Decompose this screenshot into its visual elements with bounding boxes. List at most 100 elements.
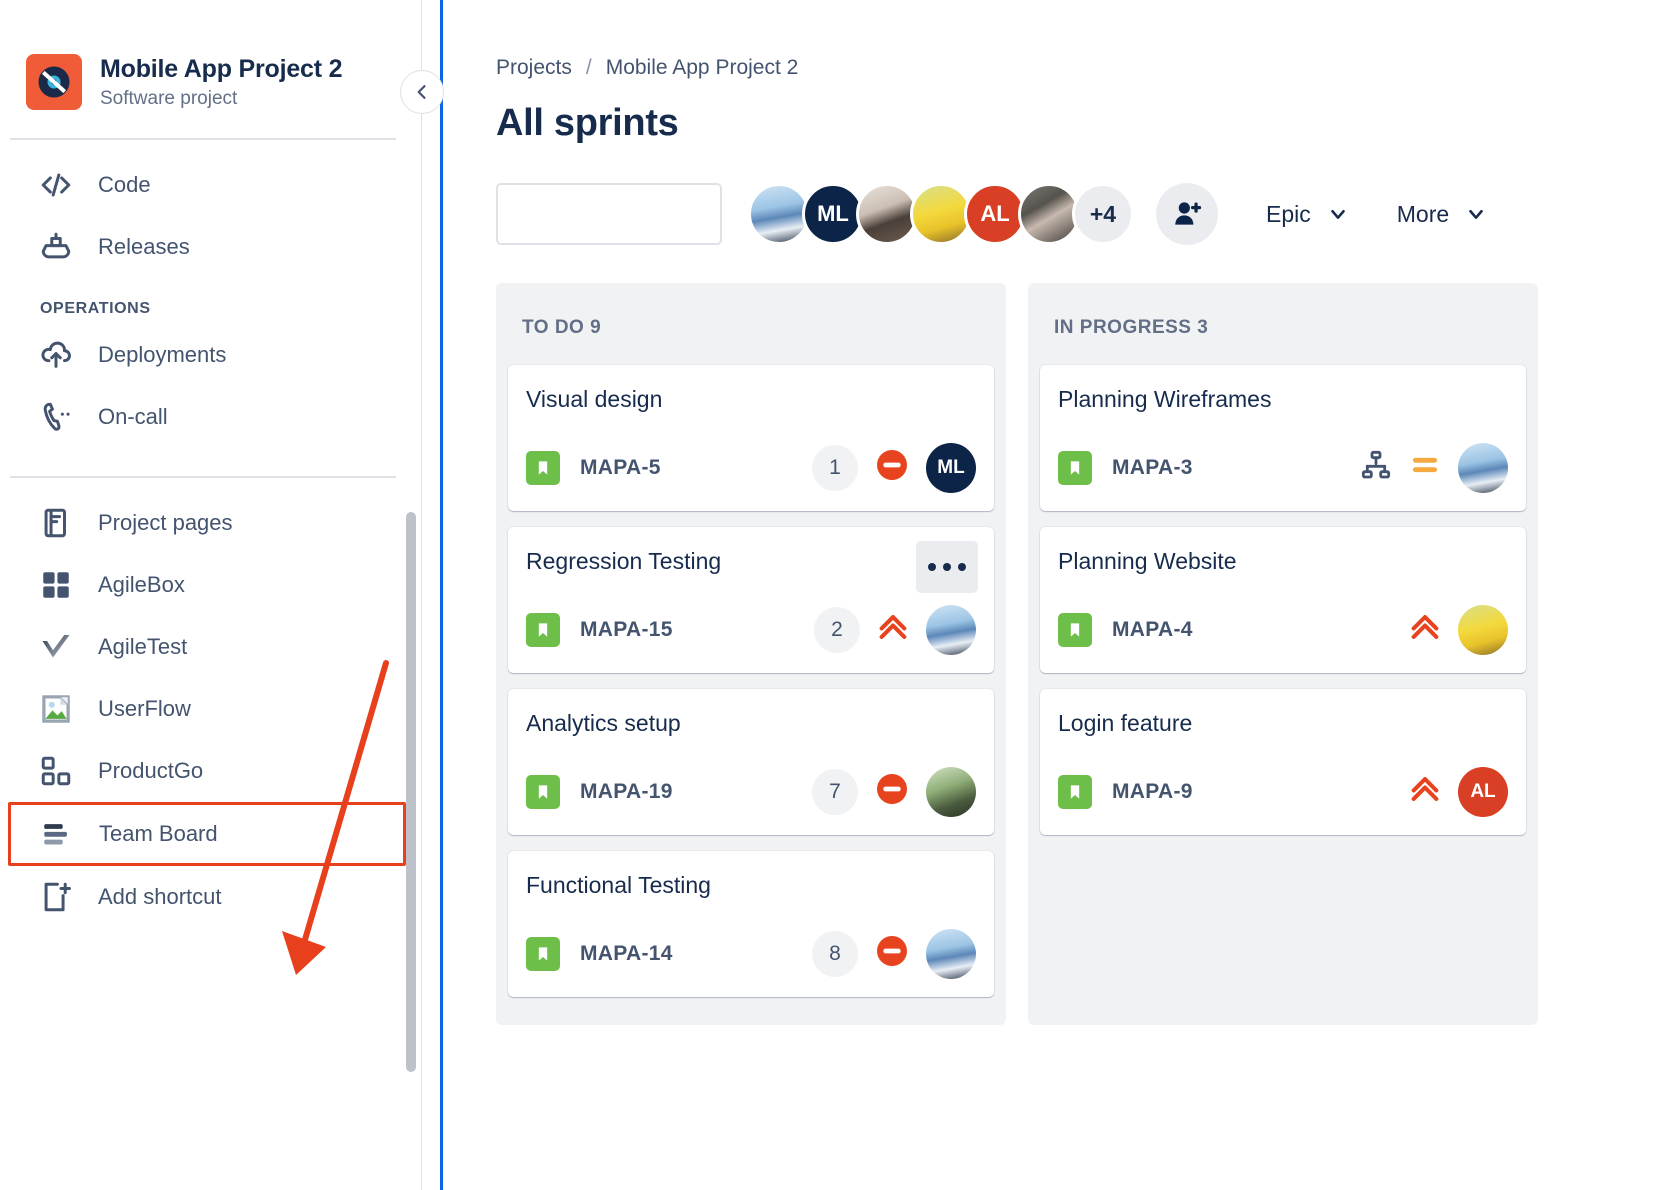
sidebar-scrollbar[interactable] <box>406 512 416 1072</box>
priority-highest-icon <box>1408 610 1442 649</box>
sidebar-item-userflow[interactable]: UserFlow <box>0 678 422 740</box>
avatar[interactable] <box>1018 183 1080 245</box>
avatar-initials: AL <box>980 201 1010 226</box>
sidebar-item-code[interactable]: Code <box>0 154 422 216</box>
issue-key: MAPA-5 <box>580 455 661 479</box>
issue-title: Functional Testing <box>526 871 711 898</box>
story-icon <box>526 774 560 809</box>
search-box[interactable] <box>457 183 722 245</box>
sidebar-item-label: Project pages <box>98 510 233 535</box>
story-icon <box>526 450 560 485</box>
sidebar-item-label: AgileBox <box>98 572 185 597</box>
assignee-avatar[interactable] <box>926 928 976 979</box>
avatar-overflow[interactable]: +4 <box>1072 183 1134 245</box>
sidebar-item-releases[interactable]: Releases <box>0 216 422 278</box>
squares-icon <box>36 751 76 791</box>
issue-card[interactable]: Visual design MAPA-5 1 ML <box>508 365 994 511</box>
breadcrumb: Projects / Mobile App Project 2 <box>496 56 1668 80</box>
page-title: All sprints <box>496 102 679 144</box>
sidebar-item-on-call[interactable]: On-call <box>0 386 422 448</box>
issue-meta: MAPA-14 8 <box>526 928 976 979</box>
issue-card[interactable]: Planning Website MAPA-4 <box>1040 526 1526 673</box>
avatar[interactable] <box>748 183 810 245</box>
breadcrumb-projects[interactable]: Projects <box>496 56 572 80</box>
sidebar-resize-rail[interactable] <box>440 0 443 1190</box>
priority-highest-icon <box>1408 772 1442 811</box>
person-add-icon <box>1175 202 1202 225</box>
issue-card[interactable]: Planning Wireframes MAPA-3 <box>1040 365 1526 511</box>
assignee-avatar[interactable] <box>1458 604 1508 655</box>
avatar[interactable] <box>910 183 972 245</box>
sidebar-item-label: Team Board <box>99 821 218 846</box>
more-dot <box>928 562 936 571</box>
epic-filter-label: Epic <box>1266 200 1311 227</box>
board-column-todo: TO DO 9 Visual design MAPA-5 1 ML Regres… <box>496 283 1006 1025</box>
issue-title: Login feature <box>1058 709 1193 736</box>
add-shortcut-icon <box>36 877 76 917</box>
issue-meta: MAPA-4 <box>1058 604 1508 655</box>
app-root: Mobile App Project 2 Software project Co… <box>0 0 1668 1190</box>
issue-meta: MAPA-3 <box>1058 442 1508 493</box>
avatar-initials: ML <box>937 456 965 478</box>
phone-icon <box>36 397 76 437</box>
avatar[interactable]: ML <box>802 183 864 245</box>
sidebar-item-agiletest[interactable]: AgileTest <box>0 616 422 678</box>
sidebar-item-add-shortcut[interactable]: Add shortcut <box>0 866 422 928</box>
assignee-avatar[interactable]: ML <box>926 442 976 493</box>
bars-icon <box>37 814 77 854</box>
more-dot <box>943 562 951 571</box>
avatar[interactable] <box>856 183 918 245</box>
assignee-avatar[interactable] <box>926 604 976 655</box>
board-toolbar: ML AL +4 Epic More <box>457 183 1668 245</box>
column-header: IN PROGRESS 3 <box>1054 317 1209 338</box>
sidebar-item-label: AgileTest <box>98 634 188 659</box>
issue-hierarchy-icon <box>1360 449 1392 486</box>
sidebar-section-operations: OPERATIONS <box>40 300 151 317</box>
story-icon <box>526 612 560 647</box>
sidebar-item-deployments[interactable]: Deployments <box>0 324 422 386</box>
priority-highest-icon <box>876 610 910 649</box>
issue-meta: MAPA-19 7 <box>526 766 976 817</box>
sidebar-item-label: ProductGo <box>98 758 204 783</box>
sidebar-item-agilebox[interactable]: AgileBox <box>0 554 422 616</box>
subtask-count: 1 <box>812 444 858 491</box>
subtask-count: 2 <box>814 606 860 653</box>
chevron-left-icon <box>417 85 426 99</box>
search-input[interactable] <box>457 203 702 225</box>
sidebar-item-project-pages[interactable]: Project pages <box>0 492 422 554</box>
sidebar-item-productgo[interactable]: ProductGo <box>0 740 422 802</box>
issue-meta: MAPA-5 1 ML <box>526 442 976 493</box>
issue-key: MAPA-4 <box>1112 617 1193 641</box>
project-subtitle: Software project <box>100 87 238 109</box>
sidebar-item-label: Code <box>98 172 151 197</box>
assignee-avatar[interactable]: AL <box>1458 766 1508 817</box>
assignee-avatar[interactable] <box>1458 442 1508 493</box>
breadcrumb-current-project[interactable]: Mobile App Project 2 <box>606 56 799 80</box>
story-icon <box>1058 612 1092 647</box>
avatar[interactable]: AL <box>964 183 1026 245</box>
issue-card[interactable]: Login feature MAPA-9 AL <box>1040 688 1526 835</box>
epic-filter-button[interactable]: Epic <box>1266 201 1349 228</box>
column-header: TO DO 9 <box>522 317 602 338</box>
issue-key: MAPA-3 <box>1112 455 1193 479</box>
issue-key: MAPA-15 <box>580 617 673 641</box>
main-content: Projects / Mobile App Project 2 All spri… <box>422 0 1668 1190</box>
avatar-initials: AL <box>1470 780 1496 802</box>
add-person-button[interactable] <box>1156 183 1218 245</box>
sidebar-item-team-board[interactable]: Team Board <box>8 802 406 866</box>
assignee-avatar[interactable] <box>926 766 976 817</box>
project-header[interactable]: Mobile App Project 2 Software project <box>0 44 422 110</box>
sidebar-item-label: Add shortcut <box>98 884 222 909</box>
issue-title: Analytics setup <box>526 709 681 736</box>
subtask-count: 7 <box>812 768 858 815</box>
avatar-initials: ML <box>817 201 849 226</box>
issue-card[interactable]: Regression Testing MAPA-15 2 <box>508 526 994 673</box>
card-more-menu-button[interactable] <box>916 540 978 593</box>
more-dot <box>958 562 966 571</box>
sidebar-collapse-button[interactable] <box>400 70 444 114</box>
more-filter-button[interactable]: More <box>1397 201 1487 228</box>
issue-card[interactable]: Functional Testing MAPA-14 8 <box>508 850 994 997</box>
chevron-down-icon <box>1330 209 1345 219</box>
ship-icon <box>36 227 76 267</box>
issue-card[interactable]: Analytics setup MAPA-19 7 <box>508 688 994 835</box>
